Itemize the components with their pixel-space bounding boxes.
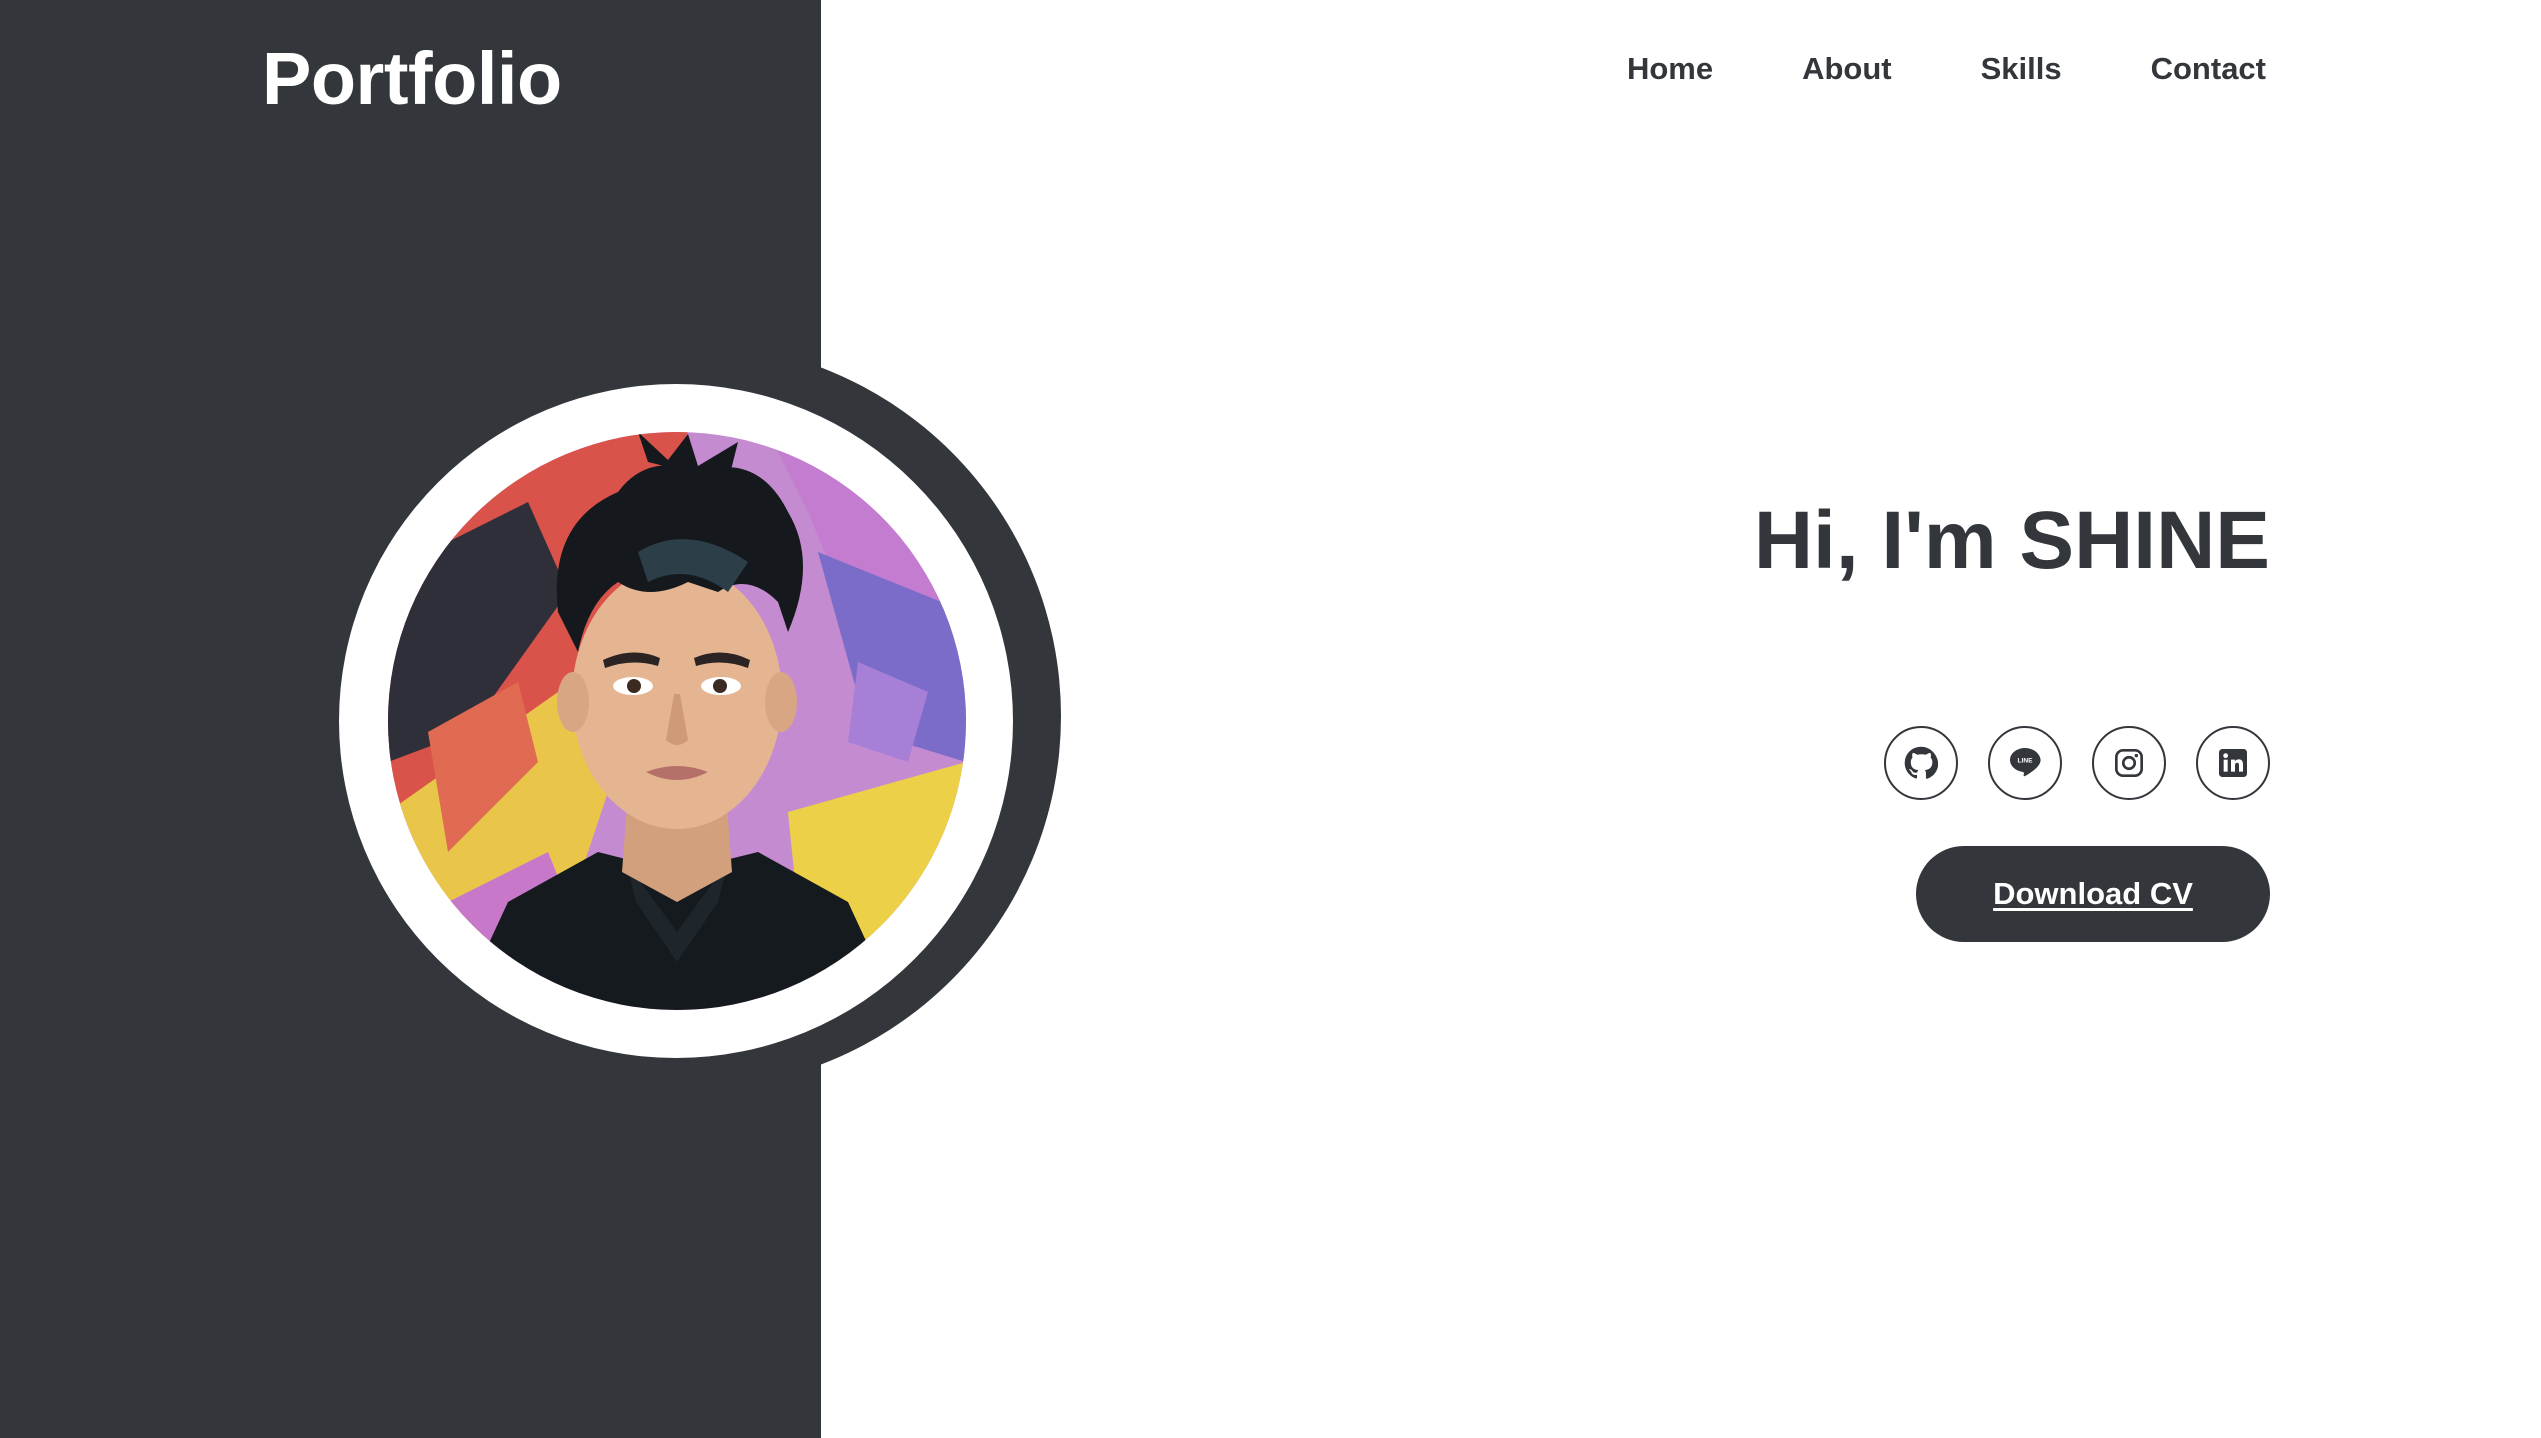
hero-greeting: Hi, I'm SHINE (1753, 495, 2270, 586)
linkedin-icon (2219, 749, 2247, 777)
social-links: LINE (1884, 726, 2270, 800)
line-link[interactable]: LINE (1988, 726, 2062, 800)
line-icon: LINE (2010, 748, 2041, 777)
github-icon (1904, 746, 1938, 779)
nav-item-about[interactable]: About (1802, 50, 1892, 87)
brand-title[interactable]: Portfolio (262, 42, 562, 116)
instagram-link[interactable] (2092, 726, 2166, 800)
instagram-icon (2115, 749, 2143, 777)
line-icon-text: LINE (2017, 758, 2033, 765)
download-cv-button[interactable]: Download CV (1916, 846, 2270, 942)
nav-item-contact[interactable]: Contact (2151, 50, 2266, 87)
profile-avatar (388, 432, 966, 1010)
top-navigation: Home About Skills Contact (1627, 50, 2266, 87)
nav-item-home[interactable]: Home (1627, 50, 1713, 87)
nav-item-skills[interactable]: Skills (1981, 50, 2062, 87)
linkedin-link[interactable] (2196, 726, 2270, 800)
portfolio-page: Portfolio Home About Skills Contact Hi, … (0, 0, 2541, 1438)
profile-portrait-illustration (388, 432, 966, 1010)
github-link[interactable] (1884, 726, 1958, 800)
